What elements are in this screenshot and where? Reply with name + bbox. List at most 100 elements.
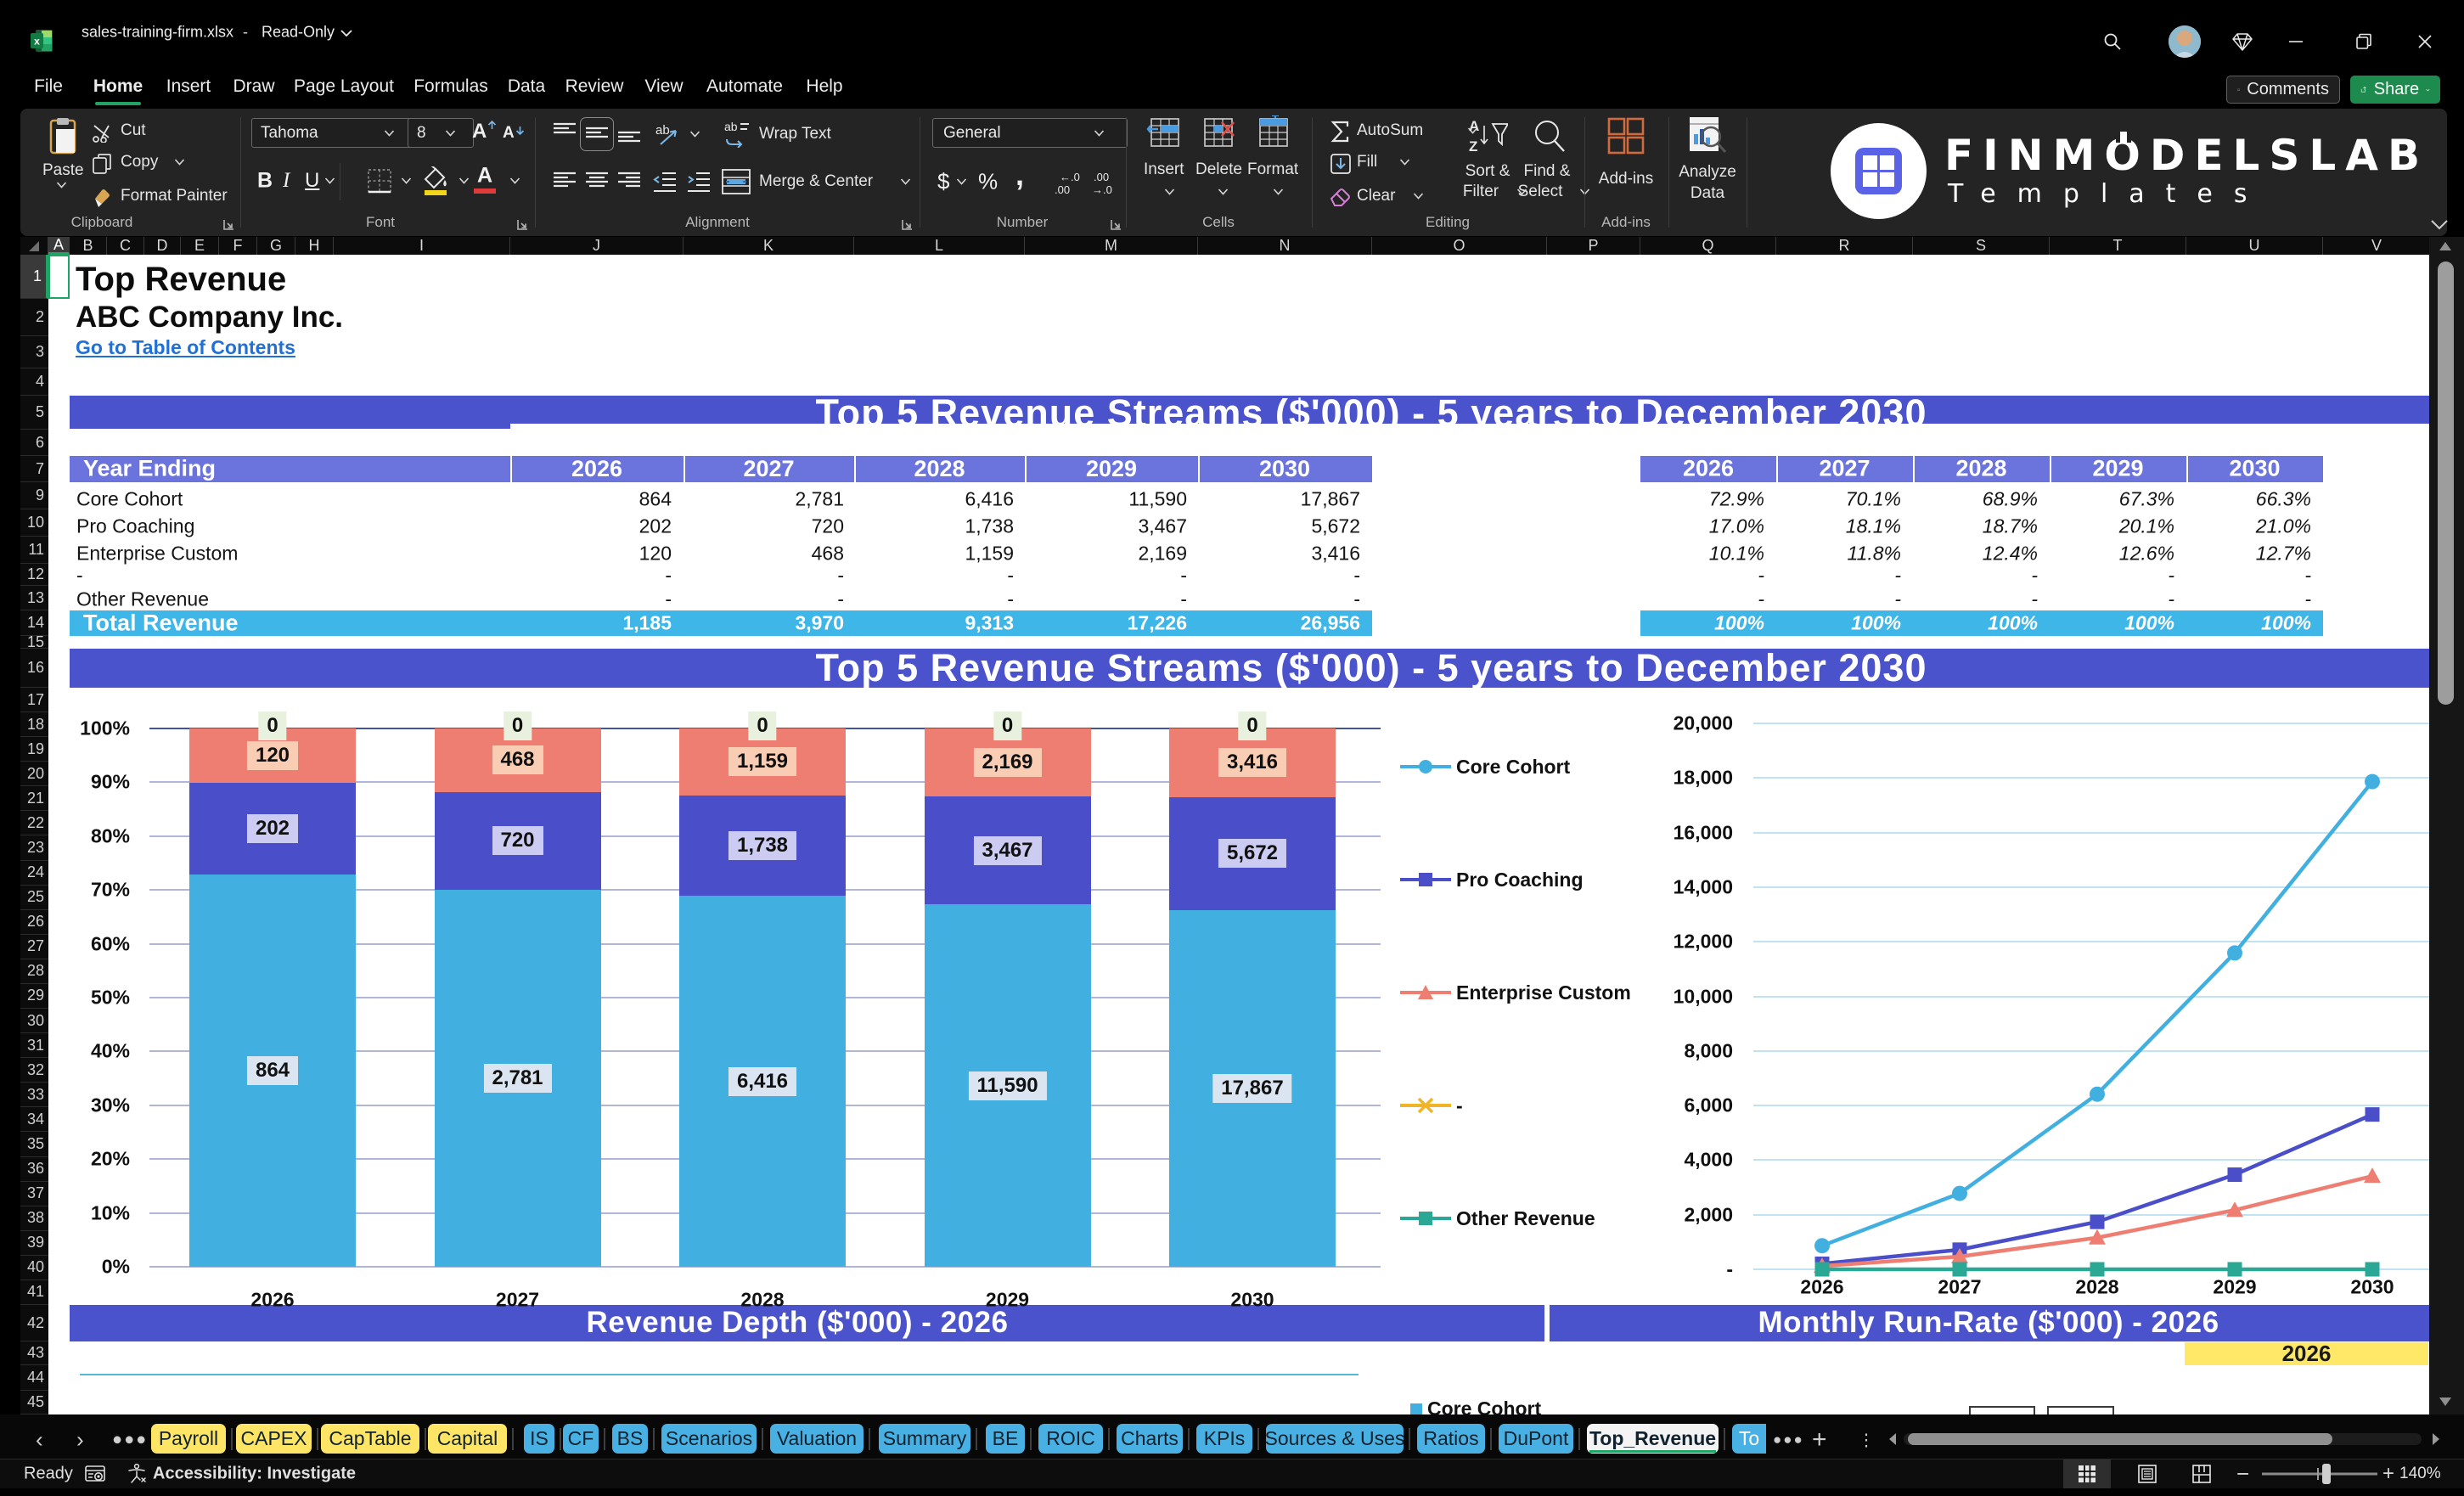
merge-center-button[interactable]: Merge & Center	[759, 172, 873, 191]
search-icon[interactable]	[2093, 22, 2132, 61]
row-header-35[interactable]: 35	[20, 1132, 48, 1157]
decrease-indent-icon[interactable]	[652, 170, 678, 194]
row-header-15[interactable]: 15	[20, 633, 48, 650]
analyze-data-button[interactable]: Analyze	[1679, 163, 1736, 182]
merge-center-icon[interactable]	[722, 168, 751, 195]
scroll-down-icon[interactable]	[2437, 1395, 2454, 1409]
view-normal-button[interactable]	[2063, 1459, 2111, 1488]
row-header-43[interactable]: 43	[20, 1341, 48, 1365]
clear-button[interactable]: Clear	[1357, 187, 1395, 205]
borders-chevron-icon[interactable]	[401, 177, 412, 185]
font-size-combo[interactable]: 8	[408, 118, 474, 148]
column-header-A[interactable]: A	[48, 236, 70, 255]
active-cell-A1[interactable]	[48, 255, 70, 299]
vertical-scroll-thumb[interactable]	[2438, 262, 2454, 705]
row-header-10[interactable]: 10	[20, 509, 48, 537]
fill-icon[interactable]	[1330, 153, 1352, 175]
horizontal-scroll-thumb[interactable]	[1908, 1433, 2332, 1445]
cut-button[interactable]: Cut	[121, 121, 146, 140]
increase-decimal-icon[interactable]: ←.0.00	[1053, 170, 1082, 195]
clear-chevron-icon[interactable]	[1413, 192, 1424, 200]
copy-chevron-icon[interactable]	[174, 158, 185, 166]
avatar[interactable]	[2165, 22, 2204, 61]
menu-tab-page-layout[interactable]: Page Layout	[294, 76, 394, 97]
title-chevron-down-icon[interactable]	[340, 26, 353, 40]
fill-chevron-icon[interactable]	[1399, 158, 1410, 166]
format-chevron-icon[interactable]	[1273, 188, 1284, 196]
sheet-tab-capex[interactable]: CAPEX	[236, 1424, 312, 1454]
decrease-font-button[interactable]: A	[503, 124, 515, 143]
find-select-label2[interactable]: Select	[1518, 183, 1563, 201]
format-painter-button[interactable]: Format Painter	[121, 187, 228, 205]
decrease-font-arrow-icon[interactable]	[515, 126, 525, 135]
row-header-1[interactable]: 1	[20, 255, 48, 299]
clear-icon[interactable]	[1328, 185, 1352, 209]
row-header-4[interactable]: 4	[20, 368, 48, 396]
sheet-tab-charts[interactable]: Charts	[1117, 1424, 1183, 1454]
sheet-tab-ratios[interactable]: Ratios	[1417, 1424, 1485, 1454]
column-header-R[interactable]: R	[1776, 237, 1913, 255]
zoom-in-icon[interactable]: +	[2382, 1462, 2394, 1486]
menu-tab-help[interactable]: Help	[806, 76, 842, 97]
row-header-21[interactable]: 21	[20, 786, 48, 812]
hscroll-right-icon[interactable]	[2430, 1431, 2442, 1447]
zoom-out-icon[interactable]: −	[2236, 1461, 2249, 1488]
row-header-31[interactable]: 31	[20, 1033, 48, 1059]
row-header-40[interactable]: 40	[20, 1256, 48, 1280]
row-header-34[interactable]: 34	[20, 1107, 48, 1133]
column-header-S[interactable]: S	[1913, 237, 2050, 255]
row-header-27[interactable]: 27	[20, 935, 48, 959]
menu-tab-formulas[interactable]: Formulas	[413, 76, 488, 97]
row-header-37[interactable]: 37	[20, 1182, 48, 1206]
row-header-26[interactable]: 26	[20, 910, 48, 935]
row-header-25[interactable]: 25	[20, 886, 48, 910]
row-header-38[interactable]: 38	[20, 1206, 48, 1231]
column-header-E[interactable]: E	[181, 237, 219, 255]
column-header-U[interactable]: U	[2186, 237, 2323, 255]
font-color-chevron-icon[interactable]	[509, 177, 520, 185]
paste-button[interactable]: Paste	[42, 161, 84, 180]
column-header-M[interactable]: M	[1025, 237, 1198, 255]
column-header-G[interactable]: G	[257, 237, 295, 255]
orientation-icon[interactable]: ab	[654, 121, 681, 148]
row-header-45[interactable]: 45	[20, 1391, 48, 1414]
number-launcher[interactable]	[1110, 218, 1122, 231]
find-select-button[interactable]: Find &	[1524, 162, 1571, 181]
increase-indent-icon[interactable]	[686, 170, 712, 194]
column-header-Q[interactable]: Q	[1640, 237, 1776, 255]
underline-button[interactable]: U	[305, 169, 319, 193]
add-ins-icon[interactable]	[1607, 117, 1645, 155]
copy-button[interactable]: Copy	[121, 153, 158, 172]
row-header-19[interactable]: 19	[20, 737, 48, 762]
insert-button[interactable]: Insert	[1144, 160, 1184, 179]
column-header-I[interactable]: I	[334, 237, 510, 255]
row-header-39[interactable]: 39	[20, 1231, 48, 1256]
italic-button[interactable]: I	[283, 169, 290, 193]
menu-tab-automate[interactable]: Automate	[706, 76, 783, 97]
row-header-30[interactable]: 30	[20, 1009, 48, 1034]
tabs-overflow-icon[interactable]: ●●●	[1773, 1431, 1804, 1448]
sheet-tab-is[interactable]: IS	[524, 1424, 554, 1454]
align-center-icon[interactable]	[584, 170, 610, 195]
sheet-tab-payroll[interactable]: Payroll	[151, 1424, 226, 1454]
sheet-more-icon[interactable]: ●●●	[112, 1431, 148, 1450]
fill-color-chevron-icon[interactable]	[458, 177, 470, 185]
accessibility-icon[interactable]	[126, 1463, 148, 1485]
column-header-P[interactable]: P	[1547, 237, 1640, 255]
sheet-nav-right-icon[interactable]: ›	[76, 1427, 84, 1454]
row-header-5[interactable]: 5	[20, 396, 48, 430]
sheet-tab-sources-uses[interactable]: Sources & Uses	[1265, 1424, 1404, 1454]
sheet-tab-be[interactable]: BE	[986, 1424, 1025, 1454]
sheet-tab-top-revenue[interactable]: Top_Revenue	[1587, 1424, 1719, 1454]
format-button[interactable]: Format	[1247, 160, 1298, 179]
menu-tab-file[interactable]: File	[34, 76, 63, 97]
row-header-44[interactable]: 44	[20, 1365, 48, 1391]
row-header-13[interactable]: 13	[20, 586, 48, 610]
row-header-23[interactable]: 23	[20, 835, 48, 861]
column-header-D[interactable]: D	[144, 237, 181, 255]
wrap-text-button[interactable]: Wrap Text	[759, 125, 831, 143]
decrease-decimal-icon[interactable]: .00→.0	[1090, 170, 1119, 195]
sheet-tab-kpis[interactable]: KPIs	[1196, 1424, 1252, 1454]
menu-tab-data[interactable]: Data	[508, 76, 545, 97]
wrap-text-icon[interactable]: ab	[723, 121, 751, 148]
